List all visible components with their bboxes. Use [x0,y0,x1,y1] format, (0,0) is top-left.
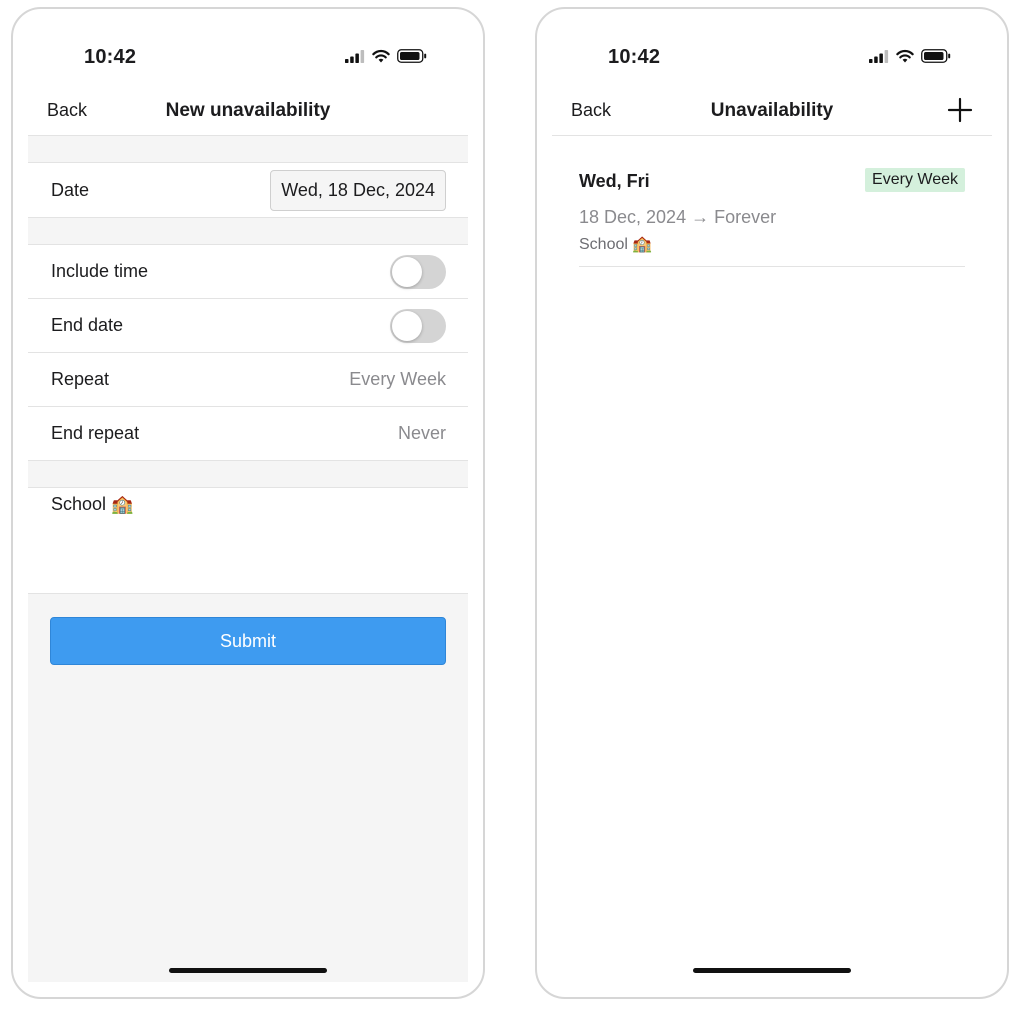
cellular-signal-icon [869,49,889,63]
home-indicator [693,968,851,973]
battery-icon [397,49,427,63]
section-separator [28,218,468,245]
end-date-row: End date [28,299,468,353]
repeat-value[interactable]: Every Week [349,369,446,390]
submit-container: Submit [28,594,468,665]
home-indicator [169,968,327,973]
nav-bar: Back New unavailability [28,91,468,136]
include-time-row: Include time [28,245,468,299]
end-date-label: End date [51,315,124,335]
end-date-toggle[interactable] [390,308,446,343]
date-row: Date Wed, 18 Dec, 2024 [28,163,468,218]
status-icons [869,49,951,63]
list-item[interactable]: Wed, Fri Every Week 18 Dec, 2024 → Forev… [579,154,965,267]
include-time-label: Include time [51,261,149,281]
status-bar: 10:42 [537,9,1007,89]
nav-bar: Back Unavailability [552,91,992,136]
repeat-badge: Every Week [865,168,965,192]
battery-icon [921,49,951,63]
wifi-icon [372,49,390,63]
repeat-row[interactable]: Repeat Every Week [28,353,468,407]
plus-icon[interactable] [947,97,973,123]
repeat-label: Repeat [51,369,110,389]
notes-textarea[interactable]: School 🏫 [28,488,468,594]
item-days: Wed, Fri [579,171,650,191]
include-time-toggle[interactable] [390,254,446,289]
toggle-knob [392,310,422,341]
new-unavailability-screen: 10:42 Back New unavailability Date Wed, … [11,7,485,999]
submit-button[interactable]: Submit [50,617,446,665]
status-bar: 10:42 [13,9,483,89]
page-title: Unavailability [710,100,834,121]
item-note: School 🏫 [579,236,653,253]
status-time: 10:42 [84,46,137,68]
section-separator [28,136,468,163]
unavailability-form: Date Wed, 18 Dec, 2024 Include time End … [28,136,468,982]
unavailability-list-screen: 10:42 Back Unavailability Wed, Fri Every… [535,7,1009,999]
item-date-range: 18 Dec, 2024 → Forever [579,207,777,227]
end-repeat-label: End repeat [51,423,140,443]
status-time: 10:42 [608,46,661,68]
end-repeat-row[interactable]: End repeat Never [28,407,468,461]
page-title: New unavailability [165,100,331,121]
date-label: Date [51,179,90,200]
toggle-knob [392,256,422,287]
section-separator [28,461,468,488]
wifi-icon [896,49,914,63]
end-repeat-value[interactable]: Never [398,423,446,444]
status-icons [345,49,427,63]
date-picker[interactable]: Wed, 18 Dec, 2024 [270,169,446,211]
cellular-signal-icon [345,49,365,63]
